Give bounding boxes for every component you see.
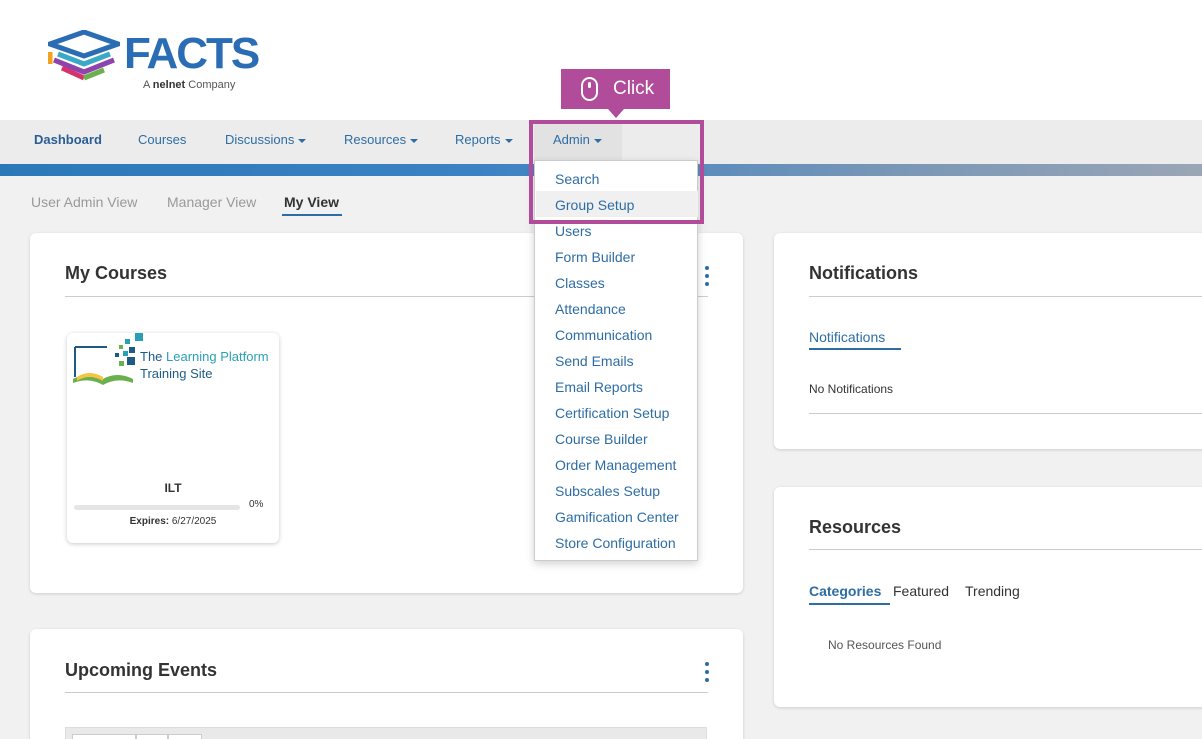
nav-discussions-label: Discussions <box>225 132 295 147</box>
upcoming-events-more-icon[interactable] <box>704 662 710 684</box>
dot <box>705 670 709 674</box>
upcoming-events-divider <box>65 692 708 693</box>
tab-featured[interactable]: Featured <box>893 583 949 599</box>
dot <box>705 282 709 286</box>
course-expires-label: Expires: <box>129 516 170 527</box>
course-progress-label: 0% <box>249 499 264 510</box>
caret-down-icon <box>504 138 513 143</box>
resources-empty-message: No Resources Found <box>828 638 942 652</box>
mouse-icon <box>581 77 598 101</box>
menu-item-group-setup[interactable]: Group Setup <box>555 197 634 213</box>
resources-divider <box>809 549 1202 550</box>
menu-item-course-builder[interactable]: Course Builder <box>555 431 648 447</box>
tab-my-view[interactable]: My View <box>284 194 339 210</box>
my-courses-title: My Courses <box>65 263 168 283</box>
nav-resources-label: Resources <box>344 132 407 147</box>
logo-subtitle-suffix: Company <box>188 79 236 91</box>
menu-item-email-reports[interactable]: Email Reports <box>555 379 643 395</box>
tab-categories-underline <box>809 603 890 605</box>
calendar-toolbar <box>65 727 707 739</box>
course-progress-bar <box>74 505 240 510</box>
nav-admin[interactable]: Admin <box>553 120 602 160</box>
facts-logo-mark-icon <box>48 30 120 81</box>
menu-item-form-builder[interactable]: Form Builder <box>555 249 635 265</box>
notifications-title: Notifications <box>809 263 919 283</box>
logo-wordmark: FACTS <box>124 29 260 78</box>
logo-subtitle: A nelnet Company <box>143 79 235 91</box>
nav-reports-label: Reports <box>455 132 501 147</box>
course-name-line2: Training Site <box>140 366 213 381</box>
caret-down-icon <box>298 138 307 143</box>
logo-subtitle-prefix: A <box>143 79 150 91</box>
dot <box>705 266 709 270</box>
facts-logo[interactable]: FACTS A nelnet Company <box>48 29 260 94</box>
resources-title: Resources <box>809 517 902 537</box>
tab-notifications[interactable]: Notifications <box>809 329 885 345</box>
menu-item-store-configuration[interactable]: Store Configuration <box>555 535 676 551</box>
nav-resources[interactable]: Resources <box>344 120 419 160</box>
nav-courses[interactable]: Courses <box>138 120 186 160</box>
click-callout: Click <box>561 69 670 118</box>
nav-discussions[interactable]: Discussions <box>225 120 307 160</box>
tab-trending[interactable]: Trending <box>965 583 1020 599</box>
tab-my-view-underline <box>282 214 342 216</box>
caret-down-icon <box>593 138 602 143</box>
nav-dashboard-label: Dashboard <box>34 132 102 147</box>
course-name-prefix: The <box>140 349 167 364</box>
menu-item-classes[interactable]: Classes <box>555 275 605 291</box>
course-expires-date: 6/27/2025 <box>171 516 217 527</box>
logo-subtitle-brand: nelnet <box>152 79 186 91</box>
tab-user-admin-view[interactable]: User Admin View <box>31 194 137 210</box>
course-name-line1: The Learning Platform <box>140 349 269 364</box>
dot <box>705 274 709 278</box>
calendar-toolbar-button[interactable] <box>136 734 168 739</box>
tab-categories[interactable]: Categories <box>809 583 881 599</box>
course-type: ILT <box>164 481 182 495</box>
tab-manager-view[interactable]: Manager View <box>167 194 256 210</box>
notifications-bottom-divider <box>809 413 1202 414</box>
calendar-toolbar-button[interactable] <box>168 734 202 739</box>
course-name-highlight: Learning Platform <box>166 349 269 364</box>
my-courses-more-icon[interactable] <box>704 266 710 288</box>
dot <box>705 662 709 666</box>
menu-item-gamification-center[interactable]: Gamification Center <box>555 509 679 525</box>
admin-dropdown-menu: Search Group Setup Users Form Builder Cl… <box>534 160 698 561</box>
notifications-empty-message: No Notifications <box>809 382 894 396</box>
upcoming-events-title: Upcoming Events <box>65 660 218 680</box>
menu-item-send-emails[interactable]: Send Emails <box>555 353 634 369</box>
calendar-toolbar-button[interactable] <box>72 734 136 739</box>
nav-admin-label: Admin <box>553 132 590 147</box>
menu-item-subscales-setup[interactable]: Subscales Setup <box>555 483 660 499</box>
menu-item-certification-setup[interactable]: Certification Setup <box>555 405 669 421</box>
course-expires: Expires: 6/27/2025 <box>67 516 279 527</box>
notifications-divider <box>809 296 1202 297</box>
click-callout-label: Click <box>613 78 655 99</box>
caret-down-icon <box>410 138 419 143</box>
upcoming-events-card <box>30 629 743 739</box>
menu-item-communication[interactable]: Communication <box>555 327 652 343</box>
nav-dashboard[interactable]: Dashboard <box>34 120 102 160</box>
menu-item-users[interactable]: Users <box>555 223 592 239</box>
course-tile[interactable]: The Learning Platform Training Site ILT … <box>67 333 279 543</box>
learning-platform-logo-icon <box>73 333 143 385</box>
tab-notifications-underline <box>809 348 901 350</box>
menu-item-search[interactable]: Search <box>555 171 599 187</box>
nav-courses-label: Courses <box>138 132 187 147</box>
main-navbar: Dashboard Courses Discussions Resources … <box>0 120 1202 164</box>
dot <box>705 678 709 682</box>
menu-item-attendance[interactable]: Attendance <box>555 301 626 317</box>
nav-reports[interactable]: Reports <box>455 120 513 160</box>
menu-item-order-management[interactable]: Order Management <box>555 457 676 473</box>
